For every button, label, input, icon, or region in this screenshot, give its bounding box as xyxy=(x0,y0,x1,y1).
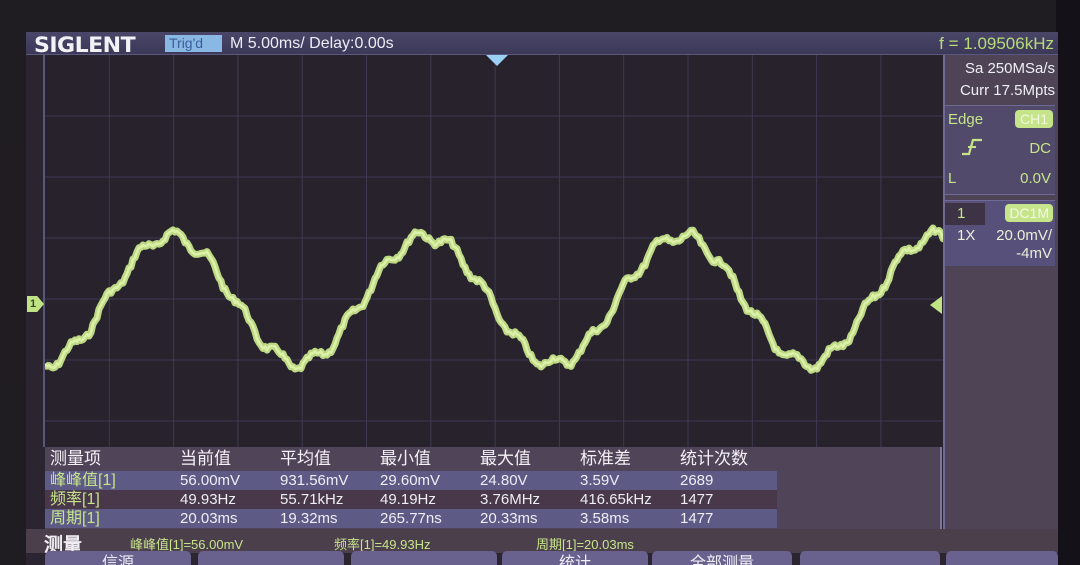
measure-current: 20.03ms xyxy=(180,510,238,527)
measure-name: 峰峰值[1] xyxy=(50,472,116,489)
measure-min: 29.60mV xyxy=(380,472,441,489)
measure-mean: 19.32ms xyxy=(280,510,338,527)
bezel-edge xyxy=(1056,0,1080,565)
sample-rate: Sa 250MSa/s xyxy=(964,60,1055,77)
channel-number: 1 xyxy=(945,203,985,225)
header-current: 当前值 xyxy=(180,449,231,468)
header-stddev: 标准差 xyxy=(580,449,631,468)
measure-stddev: 3.58ms xyxy=(580,510,630,527)
memory-depth: Curr 17.5Mpts xyxy=(959,82,1055,99)
measure-stddev: 3.59V xyxy=(580,472,620,489)
channel1-panel[interactable]: 1 DC1M 1X 20.0mV/ -4mV xyxy=(945,200,1055,266)
waveform-svg xyxy=(45,55,943,447)
measure-name: 频率[1] xyxy=(50,491,100,508)
trigger-panel[interactable]: Edge CH1 DC L 0.0V xyxy=(945,105,1055,195)
softkey-bar: 信源 统计 全部测量 xyxy=(26,551,1058,565)
header-count: 统计次数 xyxy=(680,449,748,468)
acquisition-info: Sa 250MSa/s Curr 17.5Mpts xyxy=(945,58,1055,102)
waveform-display[interactable] xyxy=(43,55,943,447)
measure-menu-bar: 测量 峰峰值[1]=56.00mV 频率[1]=49.93Hz 周期[1]=20… xyxy=(26,529,1058,556)
table-row: 频率[1] 49.93Hz 55.71kHz 49.19Hz 3.76MHz 4… xyxy=(45,490,777,509)
softkey-2[interactable] xyxy=(198,551,344,565)
measure-current: 56.00mV xyxy=(180,472,241,489)
table-header-row: 测量项 当前值 平均值 最小值 最大值 标准差 统计次数 xyxy=(45,449,777,471)
measure-min: 49.19Hz xyxy=(380,491,436,508)
measure-stddev: 416.65kHz xyxy=(580,491,652,508)
softkey-3[interactable] xyxy=(351,551,497,565)
table-row: 周期[1] 20.03ms 19.32ms 265.77ns 20.33ms 3… xyxy=(45,509,777,528)
brand-logo: SIGLENT xyxy=(34,33,136,57)
measure-count: 1477 xyxy=(680,491,714,508)
header-min: 最小值 xyxy=(380,449,431,468)
header-item: 测量项 xyxy=(50,449,101,468)
channel-coupling-badge: DC1M xyxy=(1005,204,1053,222)
timebase-readout[interactable]: M 5.00ms/ Delay:0.00s xyxy=(230,34,394,53)
status-bar: SIGLENT Trig'd M 5.00ms/ Delay:0.00s f =… xyxy=(26,32,1058,57)
measure-count: 2689 xyxy=(680,472,714,489)
softkey-all-measurements[interactable]: 全部测量 xyxy=(652,551,792,565)
measure-mean: 55.71kHz xyxy=(280,491,344,508)
measurement-statistics-table: 测量项 当前值 平均值 最小值 最大值 标准差 统计次数 峰峰值[1] 56.0… xyxy=(45,447,942,529)
measure-name: 周期[1] xyxy=(50,510,100,527)
measure-max: 20.33ms xyxy=(480,510,538,527)
graticule xyxy=(45,55,943,447)
header-mean: 平均值 xyxy=(280,449,331,468)
measure-max: 3.76MHz xyxy=(480,491,541,508)
softkey-source[interactable]: 信源 xyxy=(45,551,191,565)
softkey-6[interactable] xyxy=(800,551,940,565)
trigger-status-badge: Trig'd xyxy=(165,35,222,52)
vertical-scale: 20.0mV/ xyxy=(996,227,1052,244)
trigger-position-marker[interactable] xyxy=(486,55,508,66)
table-divider xyxy=(940,447,942,529)
measure-max: 24.80V xyxy=(480,472,528,489)
frequency-counter: f = 1.09506kHz xyxy=(939,34,1054,53)
table-row: 峰峰值[1] 56.00mV 931.56mV 29.60mV 24.80V 3… xyxy=(45,471,777,490)
trigger-coupling: DC xyxy=(1029,140,1051,157)
header-max: 最大值 xyxy=(480,449,531,468)
measure-current: 49.93Hz xyxy=(180,491,236,508)
trigger-level-value: 0.0V xyxy=(1020,170,1051,187)
probe-attenuation: 1X xyxy=(957,227,976,244)
trigger-level-label: L xyxy=(948,170,957,187)
rising-edge-icon xyxy=(961,138,983,161)
trigger-source-badge: CH1 xyxy=(1014,110,1053,128)
measure-min: 265.77ns xyxy=(380,510,442,527)
softkey-statistics[interactable]: 统计 xyxy=(502,551,648,565)
trigger-type: Edge xyxy=(948,111,984,128)
vertical-offset: -4mV xyxy=(1016,245,1052,262)
trigger-level-marker[interactable] xyxy=(930,296,942,314)
measure-mean: 931.56mV xyxy=(280,472,349,489)
measure-count: 1477 xyxy=(680,510,714,527)
softkey-7[interactable] xyxy=(946,551,1058,565)
